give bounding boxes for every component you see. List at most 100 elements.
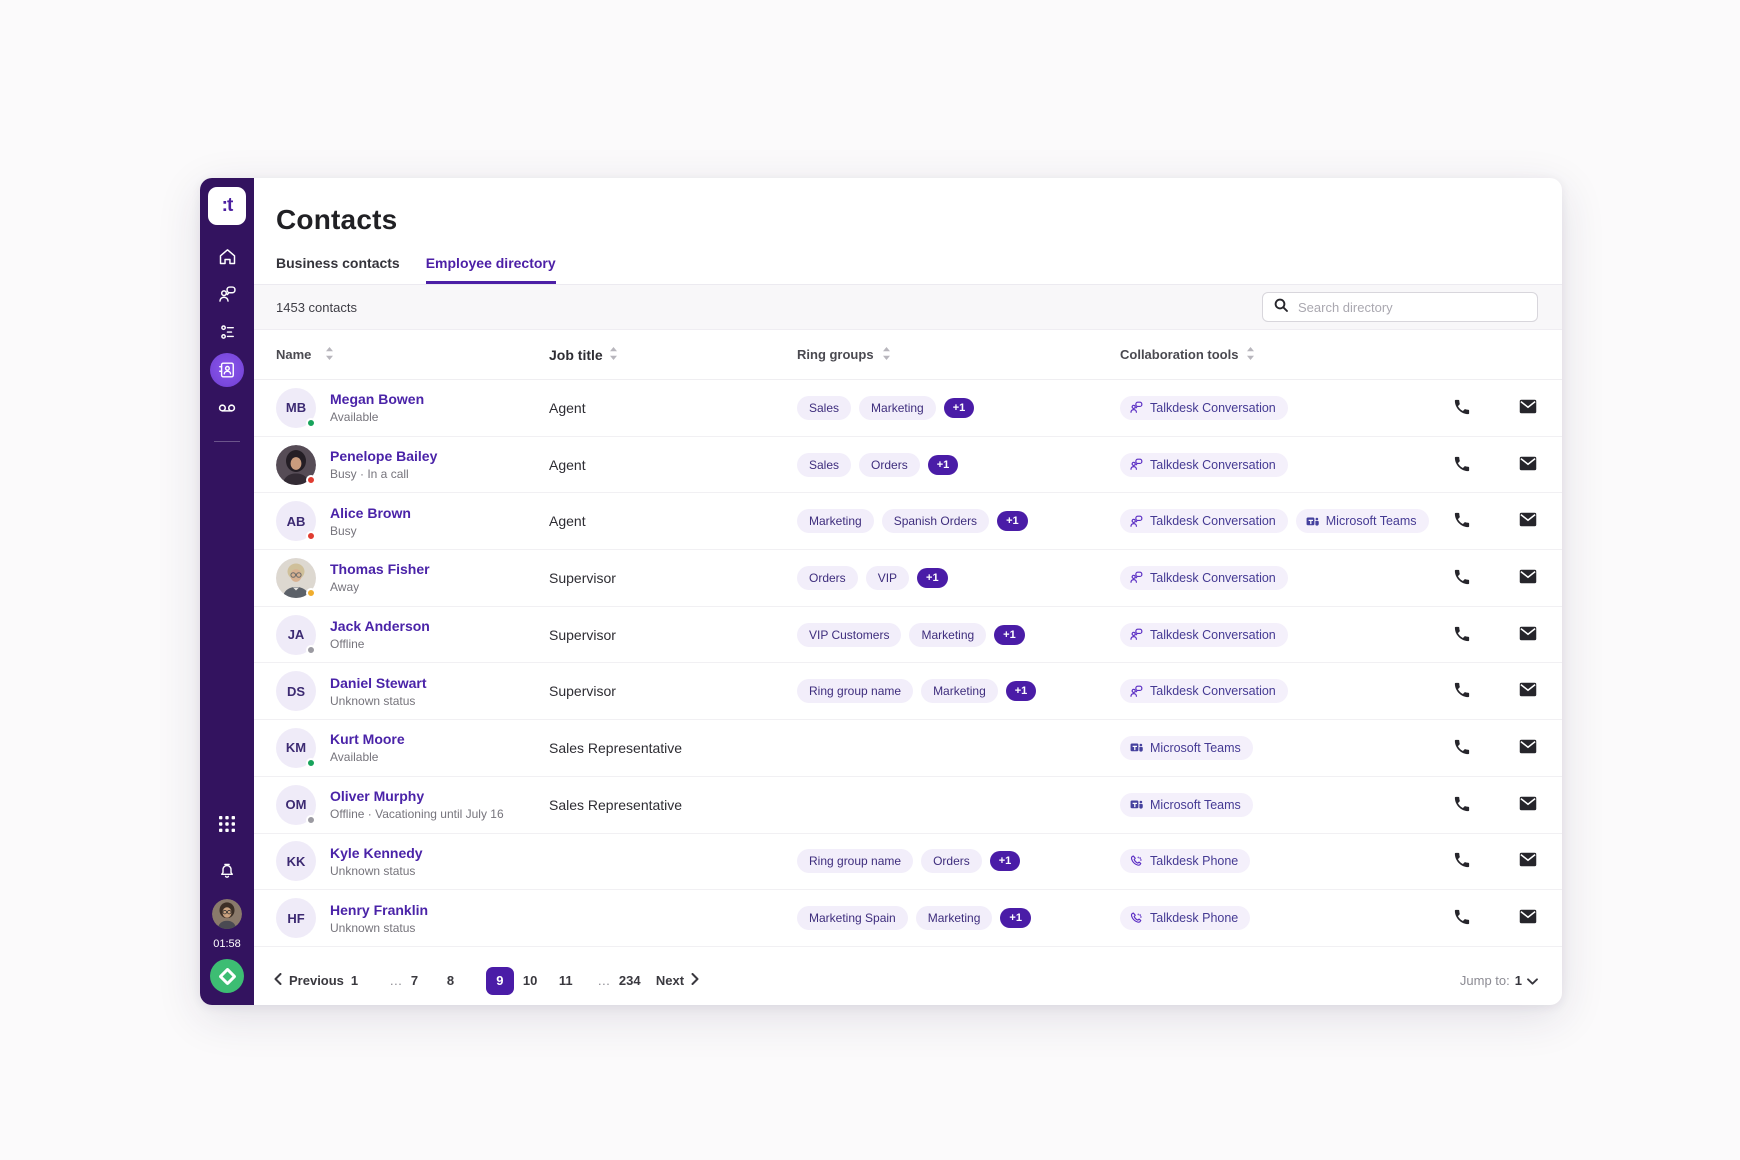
sidebar-item-conversations[interactable]: [208, 275, 246, 313]
search-icon: [1273, 297, 1289, 318]
contact-name-link[interactable]: Megan Bowen: [330, 391, 424, 407]
voicemail-icon: [216, 397, 238, 419]
more-ring-groups-badge[interactable]: +1: [1000, 908, 1031, 929]
call-button[interactable]: [1452, 738, 1472, 758]
call-button[interactable]: [1452, 795, 1472, 815]
more-ring-groups-badge[interactable]: +1: [917, 567, 948, 588]
table-row[interactable]: MB Megan Bowen Available Agent Sales Marketin…: [254, 380, 1562, 437]
jump-to-select[interactable]: Jump to: 1: [1460, 973, 1538, 988]
column-header-ring-groups[interactable]: Ring groups: [797, 346, 1120, 363]
mail-icon: [1519, 909, 1537, 927]
more-ring-groups-badge[interactable]: +1: [943, 397, 975, 418]
job-title: Agent: [549, 399, 586, 416]
sidebar-item-apps[interactable]: [208, 805, 246, 843]
contact-status: Unknown status: [330, 863, 416, 878]
sidebar-item-voicemail[interactable]: [208, 389, 246, 427]
page-button[interactable]: 1: [351, 973, 381, 988]
page-button[interactable]: 234: [619, 973, 649, 988]
contact-name-link[interactable]: Henry Franklin: [330, 902, 428, 918]
collab-tool-chip: Talkdesk Conversation: [1120, 622, 1288, 647]
job-title: Supervisor: [549, 683, 616, 700]
contacts-tabs: Business contacts Employee directory: [276, 255, 1538, 284]
mail-icon: [1519, 796, 1537, 814]
contact-name-link[interactable]: Oliver Murphy: [330, 788, 504, 804]
email-button[interactable]: [1518, 625, 1538, 645]
contact-name-link[interactable]: Alice Brown: [330, 505, 411, 521]
table-row[interactable]: Penelope Bailey Busy · In a call Agent Sale…: [254, 437, 1562, 494]
sidebar-item-flows[interactable]: [208, 313, 246, 351]
table-row[interactable]: Thomas Fisher Away Supervisor Orders VIP +1 Ta…: [254, 550, 1562, 607]
table-row[interactable]: JA Jack Anderson Offline Supervisor VIP Cust…: [254, 607, 1562, 664]
call-button[interactable]: [1452, 681, 1472, 701]
more-ring-groups-badge[interactable]: +1: [997, 511, 1028, 532]
status-diamond-icon[interactable]: [210, 959, 244, 993]
tab-business-contacts[interactable]: Business contacts: [276, 255, 400, 284]
email-button[interactable]: [1518, 795, 1538, 815]
contact-status: Available: [330, 750, 379, 765]
contact-name-link[interactable]: Kurt Moore: [330, 731, 405, 747]
email-button[interactable]: [1518, 455, 1538, 475]
email-button[interactable]: [1518, 851, 1538, 871]
more-ring-groups-badge[interactable]: +1: [989, 851, 1021, 872]
more-ring-groups-badge[interactable]: +1: [927, 454, 959, 475]
avatar: KK: [276, 841, 316, 882]
page-button[interactable]: 10: [523, 973, 553, 988]
email-button[interactable]: [1518, 681, 1538, 701]
contact-name-link[interactable]: Daniel Stewart: [330, 675, 426, 691]
page-button[interactable]: 11: [559, 973, 589, 988]
sidebar-item-contacts[interactable]: [208, 351, 246, 389]
tab-employee-directory[interactable]: Employee directory: [425, 255, 556, 284]
call-button[interactable]: [1452, 625, 1472, 645]
email-button[interactable]: [1518, 908, 1538, 928]
email-button[interactable]: [1518, 568, 1538, 588]
presence-dot-offline: [306, 644, 316, 655]
search-box[interactable]: [1262, 292, 1538, 322]
table-row[interactable]: KM Kurt Moore Available Sales Representativ…: [254, 720, 1562, 777]
table-row[interactable]: KK Kyle Kennedy Unknown status Ring group n…: [254, 834, 1562, 891]
table-row[interactable]: DS Daniel Stewart Unknown status Supervisor…: [254, 663, 1562, 721]
phone-icon: [1453, 398, 1471, 419]
contact-name-link[interactable]: Jack Anderson: [330, 618, 430, 634]
page-button[interactable]: 8: [447, 973, 477, 988]
contact-status: Busy: [330, 523, 357, 538]
column-header-collaboration-tools[interactable]: Collaboration tools: [1120, 346, 1446, 363]
call-button[interactable]: [1452, 511, 1472, 531]
call-button[interactable]: [1452, 908, 1472, 928]
job-title: Sales Representative: [549, 739, 683, 756]
column-header-name[interactable]: Name: [276, 346, 549, 363]
more-ring-groups-badge[interactable]: +1: [1005, 681, 1037, 702]
sidebar-divider: [214, 441, 240, 442]
table-header: Name Job title Ring groups Collaboration…: [254, 330, 1562, 380]
phone-icon: [1453, 455, 1471, 476]
ring-group-chip: Orders: [921, 849, 982, 874]
contact-name-link[interactable]: Kyle Kennedy: [330, 845, 423, 861]
contact-name-link[interactable]: Thomas Fisher: [330, 561, 430, 577]
call-button[interactable]: [1452, 455, 1472, 475]
email-button[interactable]: [1518, 738, 1538, 758]
next-page-button[interactable]: Next: [656, 973, 699, 988]
user-avatar[interactable]: [212, 899, 242, 929]
call-button[interactable]: [1452, 568, 1472, 588]
avatar: [276, 557, 316, 598]
call-button[interactable]: [1452, 851, 1472, 871]
table-row[interactable]: HF Henry Franklin Unknown status Marketing …: [254, 890, 1562, 947]
talkdesk-phone-icon: [1129, 911, 1144, 926]
previous-page-button[interactable]: Previous: [274, 973, 344, 988]
more-ring-groups-badge[interactable]: +1: [994, 624, 1025, 645]
page-button[interactable]: 7: [411, 973, 441, 988]
column-header-job-title[interactable]: Job title: [549, 346, 797, 363]
email-button[interactable]: [1518, 398, 1538, 418]
sidebar-item-home[interactable]: [208, 237, 246, 275]
email-button[interactable]: [1518, 511, 1538, 531]
presence-dot-busy: [306, 531, 316, 542]
sidebar-item-notifications[interactable]: [208, 852, 246, 890]
search-input[interactable]: [1298, 299, 1527, 315]
table-row[interactable]: AB Alice Brown Busy Agent Marketing Spanish O…: [254, 493, 1562, 551]
table-row[interactable]: OM Oliver Murphy Offline · Vacationing unt…: [254, 777, 1562, 834]
contact-name-link[interactable]: Penelope Bailey: [330, 448, 437, 464]
page-button-active[interactable]: 9: [485, 966, 514, 995]
job-title: Agent: [549, 513, 586, 530]
phone-icon: [1453, 625, 1471, 646]
call-button[interactable]: [1452, 398, 1472, 418]
sort-icon: [325, 346, 334, 363]
